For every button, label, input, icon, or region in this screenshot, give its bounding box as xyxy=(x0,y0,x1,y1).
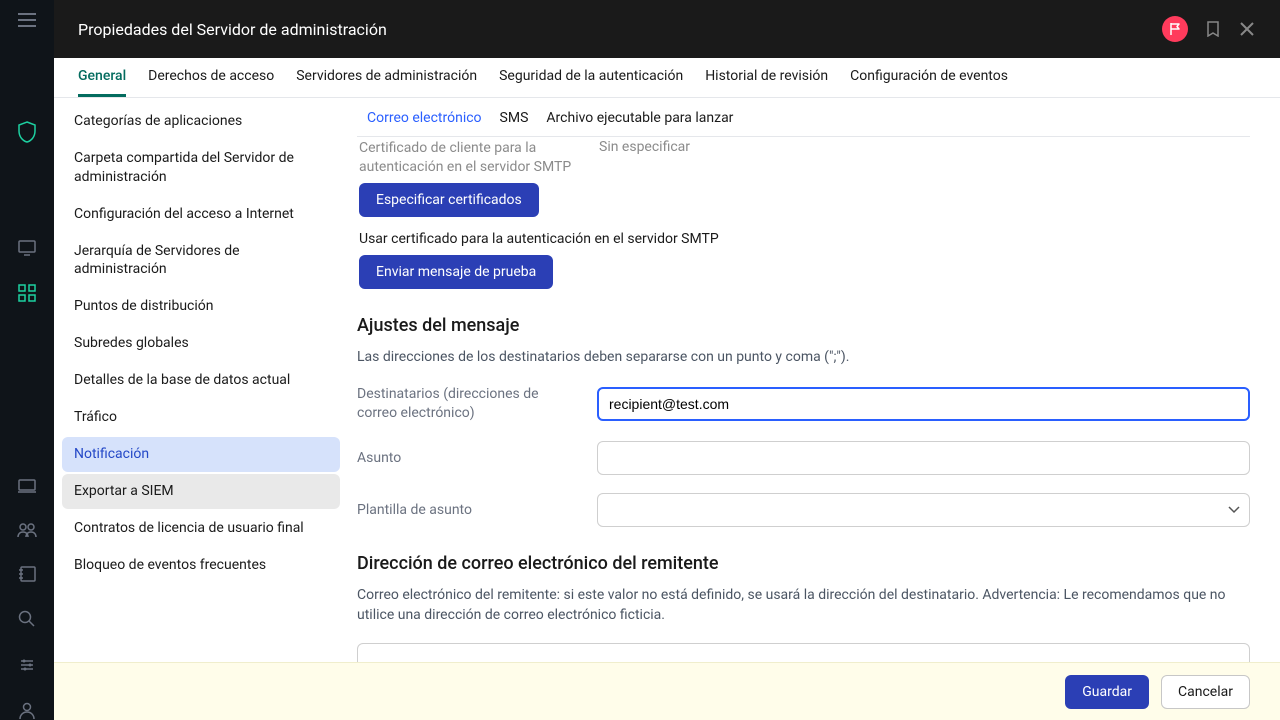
message-help-text: Las direcciones de los destinatarios deb… xyxy=(357,348,1250,368)
dialog-body: Categorías de aplicaciones Carpeta compa… xyxy=(54,98,1280,662)
shield-icon[interactable] xyxy=(17,122,37,142)
tab-revision-history[interactable]: Historial de revisión xyxy=(705,58,828,97)
tab-access-rights[interactable]: Derechos de acceso xyxy=(148,58,274,97)
recipients-label: Destinatarios (direcciones de correo ele… xyxy=(357,385,577,423)
device-icon[interactable] xyxy=(17,478,37,494)
sidebar-item-server-hierarchy[interactable]: Jerarquía de Servidores de administració… xyxy=(62,234,340,288)
sidebar-item-traffic[interactable]: Tráfico xyxy=(62,400,340,435)
subtab-email[interactable]: Correo electrónico xyxy=(367,110,482,126)
sidebar-item-export-siem[interactable]: Exportar a SIEM xyxy=(62,474,340,509)
grid-icon[interactable] xyxy=(17,284,37,302)
search-icon[interactable] xyxy=(17,610,37,628)
sidebar-item-event-blocking[interactable]: Bloqueo de eventos frecuentes xyxy=(62,548,340,583)
sidebar-item-eula[interactable]: Contratos de licencia de usuario final xyxy=(62,511,340,546)
sender-help-text: Correo electrónico del remitente: si est… xyxy=(357,586,1250,625)
bookmark-icon[interactable] xyxy=(1204,20,1222,38)
cert-label: Certificado de cliente para la autentica… xyxy=(359,139,579,177)
message-settings-heading: Ajustes del mensaje xyxy=(357,315,1250,336)
specify-certificates-button[interactable]: Especificar certificados xyxy=(359,183,539,217)
subject-input[interactable] xyxy=(597,441,1250,475)
dialog: Propiedades del Servidor de administraci… xyxy=(54,0,1280,720)
tab-general[interactable]: General xyxy=(78,58,126,97)
sidebar-item-app-categories[interactable]: Categorías de aplicaciones xyxy=(62,104,340,139)
cert-section: Certificado de cliente para la autentica… xyxy=(357,139,1250,289)
left-app-rail xyxy=(0,0,54,720)
content: Correo electrónico SMS Archivo ejecutabl… xyxy=(349,98,1280,662)
dialog-title: Propiedades del Servidor de administraci… xyxy=(78,20,387,39)
tasks-icon[interactable] xyxy=(17,566,37,582)
sidebar-item-notification[interactable]: Notificación xyxy=(62,437,340,472)
tab-admin-servers[interactable]: Servidores de administración xyxy=(296,58,477,97)
recipients-input[interactable] xyxy=(597,387,1250,421)
subject-label: Asunto xyxy=(357,449,577,468)
sidebar: Categorías de aplicaciones Carpeta compa… xyxy=(54,98,349,662)
tab-event-config[interactable]: Configuración de eventos xyxy=(850,58,1008,97)
menu-icon[interactable] xyxy=(17,12,37,28)
subtab-exec[interactable]: Archivo ejecutable para lanzar xyxy=(546,110,733,126)
close-icon[interactable] xyxy=(1238,20,1256,38)
subject-template-select[interactable] xyxy=(597,493,1250,527)
use-cert-label: Usar certificado para la autenticación e… xyxy=(359,231,1250,247)
settings-icon[interactable] xyxy=(17,656,37,674)
sidebar-item-db-details[interactable]: Detalles de la base de datos actual xyxy=(62,363,340,398)
sender-email-input[interactable] xyxy=(357,643,1250,662)
cert-value: Sin especificar xyxy=(599,139,1250,155)
sidebar-item-global-subnets[interactable]: Subredes globales xyxy=(62,326,340,361)
dialog-header-actions xyxy=(1162,16,1256,42)
send-test-message-button[interactable]: Enviar mensaje de prueba xyxy=(359,255,553,289)
tab-auth-security[interactable]: Seguridad de la autenticación xyxy=(499,58,683,97)
subtab-sms[interactable]: SMS xyxy=(500,110,529,126)
dialog-footer: Guardar Cancelar xyxy=(54,662,1280,720)
cancel-button[interactable]: Cancelar xyxy=(1161,675,1250,709)
user-icon[interactable] xyxy=(17,702,37,720)
sidebar-item-internet-access[interactable]: Configuración del acceso a Internet xyxy=(62,197,340,232)
sender-heading: Dirección de correo electrónico del remi… xyxy=(357,553,1250,574)
dialog-header: Propiedades del Servidor de administraci… xyxy=(54,0,1280,58)
monitor-icon[interactable] xyxy=(17,240,37,256)
tabs-bar: General Derechos de acceso Servidores de… xyxy=(54,58,1280,98)
sidebar-item-shared-folder[interactable]: Carpeta compartida del Servidor de admin… xyxy=(62,141,340,195)
subtabs: Correo electrónico SMS Archivo ejecutabl… xyxy=(357,98,1250,137)
users-icon[interactable] xyxy=(17,522,37,538)
subject-template-label: Plantilla de asunto xyxy=(357,501,577,520)
save-button[interactable]: Guardar xyxy=(1065,675,1149,709)
sidebar-item-distribution-points[interactable]: Puntos de distribución xyxy=(62,289,340,324)
flag-button[interactable] xyxy=(1162,16,1188,42)
